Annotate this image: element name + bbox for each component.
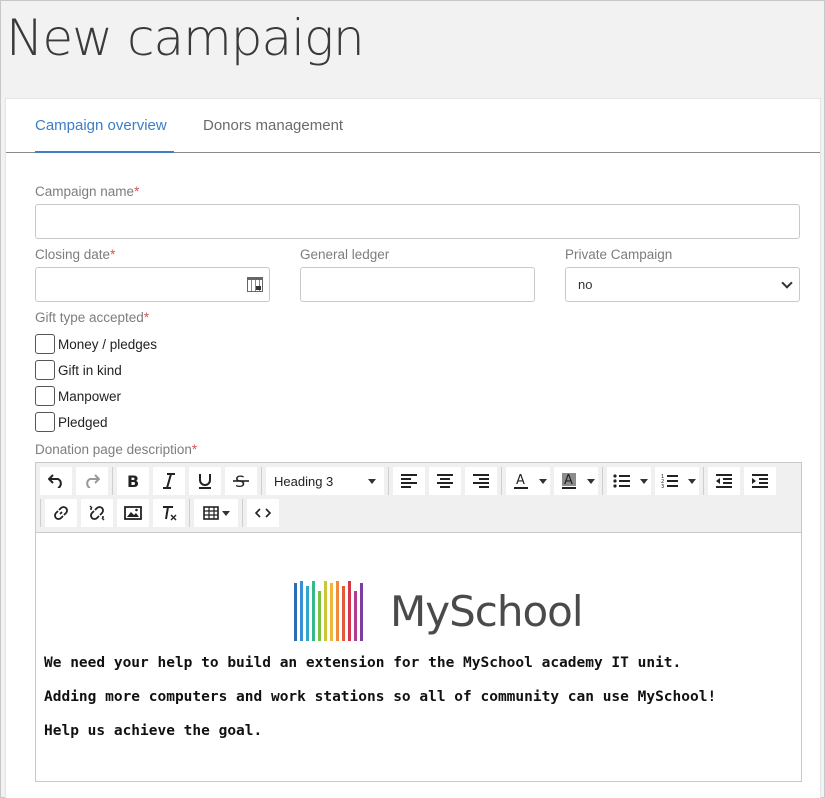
pledged-label: Pledged xyxy=(58,414,108,430)
text-color-icon[interactable]: A xyxy=(506,467,536,495)
toolbar-row-1: B S Heading 3 A A 1 2 3 xyxy=(40,467,780,495)
background-color-button[interactable]: A xyxy=(554,467,598,495)
svg-text:B: B xyxy=(127,473,139,489)
gift-option-manpower[interactable]: Manpower xyxy=(35,385,121,407)
manpower-label: Manpower xyxy=(58,388,122,404)
logo-bar xyxy=(342,586,345,641)
private-campaign-select[interactable]: no xyxy=(565,267,800,302)
redo-icon[interactable] xyxy=(76,467,108,495)
campaign-name-input[interactable] xyxy=(35,204,800,239)
logo-bar xyxy=(318,591,321,641)
description-paragraph: Help us achieve the goal. xyxy=(44,723,263,739)
logo-bar xyxy=(348,581,351,641)
toolbar-row-2 xyxy=(40,499,283,527)
page-title: New campaign xyxy=(6,9,365,67)
strikethrough-icon[interactable]: S xyxy=(225,467,257,495)
campaign-name-label: Campaign name* xyxy=(35,184,140,199)
tab-bar: Campaign overview Donors management xyxy=(6,99,820,153)
block-format-dropdown[interactable]: Heading 3 xyxy=(266,467,384,495)
svg-text:A: A xyxy=(564,473,573,488)
general-ledger-label: General ledger xyxy=(300,247,390,262)
description-label: Donation page description* xyxy=(35,442,198,457)
chevron-down-icon[interactable] xyxy=(584,478,598,484)
chevron-down-icon xyxy=(368,479,376,484)
logo-bar xyxy=(312,581,315,641)
align-left-icon[interactable] xyxy=(393,467,425,495)
rich-text-editor: B S Heading 3 A A 1 2 3 MySchool We need… xyxy=(35,462,802,782)
in-kind-checkbox[interactable] xyxy=(35,360,55,380)
chevron-down-icon[interactable] xyxy=(685,478,699,484)
private-campaign-value: no xyxy=(578,277,593,292)
indent-icon[interactable] xyxy=(744,467,776,495)
closing-date-label: Closing date* xyxy=(35,247,116,262)
gift-type-label: Gift type accepted* xyxy=(35,310,150,325)
logo-bar xyxy=(324,581,327,641)
outdent-icon[interactable] xyxy=(708,467,740,495)
logo-bar xyxy=(336,581,339,641)
bold-icon[interactable]: B xyxy=(117,467,149,495)
toolbar-divider xyxy=(242,499,243,527)
logo-bar xyxy=(330,583,333,641)
text-color-button[interactable]: A xyxy=(506,467,550,495)
table-button[interactable] xyxy=(194,499,238,527)
unlink-icon[interactable] xyxy=(81,499,113,527)
table-icon xyxy=(202,506,219,520)
bullet-list-icon[interactable] xyxy=(607,467,637,495)
toolbar-divider xyxy=(261,467,262,495)
tab-campaign-overview[interactable]: Campaign overview xyxy=(35,117,174,153)
image-icon[interactable] xyxy=(117,499,149,527)
block-format-value: Heading 3 xyxy=(274,474,334,489)
description-paragraph: We need your help to build an extension … xyxy=(44,655,682,671)
link-icon[interactable] xyxy=(45,499,77,527)
logo-bar xyxy=(306,586,309,641)
toolbar-divider xyxy=(501,467,502,495)
toolbar-divider xyxy=(703,467,704,495)
toolbar-divider xyxy=(388,467,389,495)
manpower-checkbox[interactable] xyxy=(35,386,55,406)
tab-donors-management[interactable]: Donors management xyxy=(203,117,343,153)
bullet-list-button[interactable] xyxy=(607,467,651,495)
toolbar-divider xyxy=(40,499,41,527)
gift-option-in-kind[interactable]: Gift in kind xyxy=(35,359,122,381)
logo-bar xyxy=(294,583,297,641)
chevron-down-icon xyxy=(221,510,230,516)
italic-icon[interactable] xyxy=(153,467,185,495)
chevron-down-icon[interactable] xyxy=(637,478,651,484)
svg-text:A: A xyxy=(516,473,525,488)
svg-text:3: 3 xyxy=(661,484,664,489)
money-label: Money / pledges xyxy=(58,336,158,352)
closing-date-input[interactable] xyxy=(35,267,270,302)
general-ledger-input[interactable] xyxy=(300,267,535,302)
myschool-logo: MySchool xyxy=(294,581,584,641)
gift-option-pledged[interactable]: Pledged xyxy=(35,411,108,433)
calendar-icon[interactable] xyxy=(247,277,263,292)
editor-content[interactable]: MySchool We need your help to build an e… xyxy=(36,533,801,781)
underline-icon[interactable] xyxy=(189,467,221,495)
logo-bar xyxy=(354,591,357,641)
logo-bars-icon xyxy=(294,581,366,641)
logo-bar xyxy=(360,583,363,641)
toolbar-divider xyxy=(112,467,113,495)
toolbar-divider xyxy=(189,499,190,527)
chevron-down-icon xyxy=(781,277,793,289)
numbered-list-icon[interactable]: 123 xyxy=(655,467,685,495)
private-campaign-label: Private Campaign xyxy=(565,247,673,262)
logo-bar xyxy=(300,581,303,641)
in-kind-label: Gift in kind xyxy=(58,362,122,378)
toolbar-divider xyxy=(602,467,603,495)
money-checkbox[interactable] xyxy=(35,334,55,354)
undo-icon[interactable] xyxy=(40,467,72,495)
align-center-icon[interactable] xyxy=(429,467,461,495)
description-paragraph: Adding more computers and work stations … xyxy=(44,689,717,705)
pledged-checkbox[interactable] xyxy=(35,412,55,432)
chevron-down-icon[interactable] xyxy=(536,478,550,484)
numbered-list-button[interactable]: 123 xyxy=(655,467,699,495)
background-color-icon[interactable]: A xyxy=(554,467,584,495)
source-code-icon[interactable] xyxy=(247,499,279,527)
clear-formatting-icon[interactable] xyxy=(153,499,185,527)
gift-option-money[interactable]: Money / pledges xyxy=(35,333,157,355)
align-right-icon[interactable] xyxy=(465,467,497,495)
logo-text: MySchool xyxy=(390,586,584,636)
editor-toolbar: B S Heading 3 A A 1 2 3 xyxy=(36,463,801,533)
